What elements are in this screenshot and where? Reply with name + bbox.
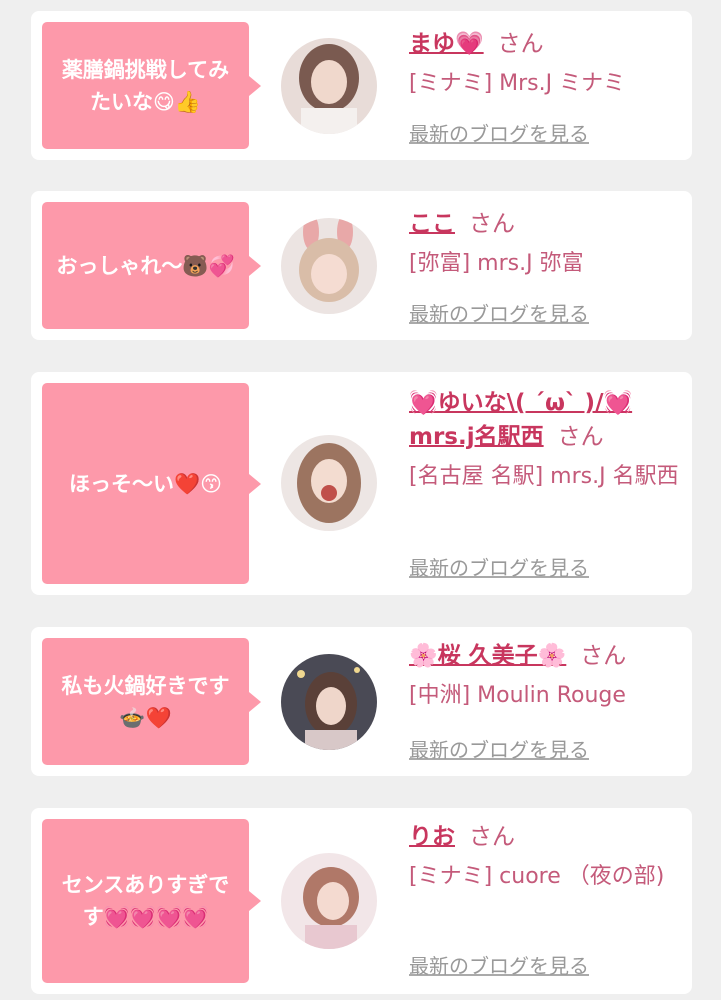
comment-card: 私も火鍋好きです🍲❤️ 🌸桜 久美子🌸 さん [中洲] Moulin Rouge …	[31, 627, 692, 776]
avatar[interactable]	[281, 654, 377, 750]
user-name-link[interactable]: りお	[409, 824, 455, 850]
user-info: 💓ゆいな\( ´ω` )/💓mrs.j名駅西 さん [名古屋 名駅] mrs.J …	[409, 386, 681, 494]
avatar[interactable]	[281, 435, 377, 531]
shop-label: [ミナミ] Mrs.J ミナミ	[409, 71, 626, 96]
latest-blog-link[interactable]: 最新のブログを見る	[409, 734, 589, 763]
avatar[interactable]	[281, 218, 377, 314]
comment-text: ほっそ〜い❤️😙	[68, 471, 223, 496]
user-info: まゆ💗 さん [ミナミ] Mrs.J ミナミ	[409, 27, 681, 101]
honorific: さん	[497, 31, 544, 57]
comment-bubble: ほっそ〜い❤️😙	[42, 383, 261, 584]
latest-blog-link[interactable]: 最新のブログを見る	[409, 118, 589, 147]
comment-text: 薬膳鍋挑戦してみたいな😋👍	[61, 57, 230, 114]
comment-text: おっしゃれ〜🐻💞	[56, 253, 235, 278]
honorific: さん	[469, 211, 515, 237]
shop-label: [中洲] Moulin Rouge	[409, 683, 626, 708]
shop-label: [ミナミ] cuore （夜の部)	[409, 864, 665, 889]
comment-card: ほっそ〜い❤️😙 💓ゆいな\( ´ω` )/💓mrs.j名駅西 さん [名古屋 名…	[31, 372, 692, 595]
user-info: ここ さん [弥富] mrs.J 弥富	[409, 207, 681, 281]
comment-bubble: 薬膳鍋挑戦してみたいな😋👍	[42, 22, 261, 149]
user-name-link[interactable]: まゆ💗	[409, 31, 484, 57]
comment-card: センスありすぎです💓💓💓💓 りお さん [ミナミ] cuore （夜の部) 最新の…	[31, 808, 692, 994]
comment-text: センスありすぎです💓💓💓💓	[61, 873, 230, 929]
honorific: さん	[469, 824, 515, 850]
comment-bubble: おっしゃれ〜🐻💞	[42, 202, 261, 329]
shop-label: [弥富] mrs.J 弥富	[409, 251, 584, 276]
comment-bubble: センスありすぎです💓💓💓💓	[42, 819, 261, 983]
latest-blog-link[interactable]: 最新のブログを見る	[409, 298, 589, 327]
avatar[interactable]	[281, 853, 377, 949]
comment-card: おっしゃれ〜🐻💞 ここ さん [弥富] mrs.J 弥富 最新のブログを見る	[31, 191, 692, 340]
user-name-link[interactable]: ここ	[409, 211, 455, 237]
comment-text: 私も火鍋好きです🍲❤️	[61, 673, 230, 730]
honorific: さん	[557, 424, 604, 450]
user-name-link[interactable]: 🌸桜 久美子🌸	[409, 643, 566, 669]
honorific: さん	[580, 643, 627, 669]
comment-card: 薬膳鍋挑戦してみたいな😋👍 まゆ💗 さん [ミナミ] Mrs.J ミナミ 最新のブ…	[31, 11, 692, 160]
user-info: 🌸桜 久美子🌸 さん [中洲] Moulin Rouge	[409, 639, 681, 713]
latest-blog-link[interactable]: 最新のブログを見る	[409, 950, 589, 979]
comment-bubble: 私も火鍋好きです🍲❤️	[42, 638, 261, 765]
latest-blog-link[interactable]: 最新のブログを見る	[409, 552, 589, 581]
avatar[interactable]	[281, 38, 377, 134]
shop-label: [名古屋 名駅] mrs.J 名駅西	[409, 464, 679, 489]
user-info: りお さん [ミナミ] cuore （夜の部)	[409, 820, 681, 894]
